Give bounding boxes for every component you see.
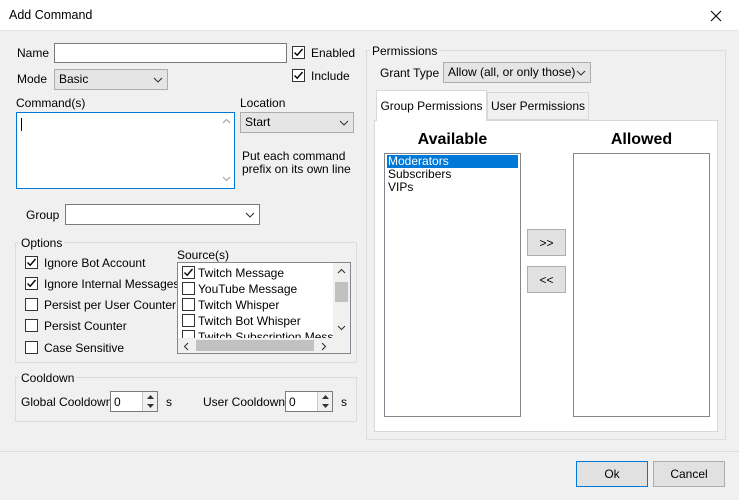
- tab-user-permissions-label: User Permissions: [490, 99, 586, 113]
- sources-scroll-thumb[interactable]: [335, 282, 348, 302]
- window-title: Add Command: [9, 8, 93, 22]
- group-select[interactable]: [65, 204, 260, 225]
- command-prefix-hint: Put each command prefix on its own line: [242, 149, 351, 176]
- ok-button[interactable]: Ok: [576, 461, 648, 487]
- scroll-corner: [333, 338, 350, 353]
- location-select[interactable]: Start: [240, 112, 354, 133]
- chevron-up-icon: [222, 118, 231, 124]
- spin-down-icon[interactable]: [143, 402, 157, 412]
- name-input[interactable]: [54, 43, 287, 63]
- cooldown-title: Cooldown: [19, 371, 77, 385]
- enabled-label: Enabled: [311, 46, 356, 60]
- check-icon: [294, 71, 304, 80]
- user-cooldown-unit: s: [341, 395, 347, 409]
- commands-textarea[interactable]: [16, 112, 235, 189]
- check-icon: [27, 258, 37, 267]
- sources-label: Source(s): [177, 248, 230, 262]
- user-cooldown-input[interactable]: 0: [285, 391, 333, 412]
- title-bar: Add Command: [0, 0, 739, 31]
- sources-vertical-scrollbar[interactable]: [333, 263, 350, 338]
- chevron-down-icon: [245, 205, 255, 224]
- ignore-internal-messages-checkbox[interactable]: [25, 277, 38, 290]
- check-icon: [27, 279, 37, 288]
- enabled-checkbox[interactable]: [292, 46, 305, 59]
- sources-hscroll-thumb[interactable]: [196, 340, 314, 351]
- commands-label: Command(s): [16, 96, 86, 110]
- case-sensitive-label: Case Sensitive: [44, 341, 125, 355]
- remove-permission-button[interactable]: <<: [527, 266, 566, 293]
- chevron-down-icon: [222, 176, 231, 182]
- spin-down-icon[interactable]: [318, 402, 332, 412]
- group-label: Group: [26, 208, 60, 222]
- global-cooldown-label: Global Cooldown: [21, 395, 113, 409]
- available-list[interactable]: Moderators Subscribers VIPs: [384, 153, 521, 417]
- spin-up-icon[interactable]: [143, 392, 157, 402]
- name-label: Name: [17, 46, 50, 60]
- chevron-up-icon: [337, 268, 346, 274]
- global-cooldown-spinner[interactable]: [142, 392, 157, 411]
- persist-counter-label: Persist Counter: [44, 319, 127, 333]
- grant-type-select[interactable]: Allow (all, or only those): [443, 62, 591, 83]
- case-sensitive-checkbox[interactable]: [25, 341, 38, 354]
- chevron-down-icon: [337, 325, 346, 331]
- source-twitch-bot-whisper-checkbox[interactable]: [182, 314, 195, 327]
- close-button[interactable]: [693, 0, 739, 31]
- source-twitch-subscription-message-checkbox[interactable]: [182, 330, 195, 338]
- cancel-button[interactable]: Cancel: [653, 461, 725, 487]
- source-youtube-message-checkbox[interactable]: [182, 282, 195, 295]
- add-permission-button[interactable]: >>: [527, 229, 566, 256]
- available-title: Available: [417, 131, 488, 148]
- chevron-right-icon: [321, 342, 327, 351]
- close-icon: [710, 10, 722, 21]
- mode-label: Mode: [17, 72, 48, 86]
- user-cooldown-spinner[interactable]: [317, 392, 332, 411]
- grant-type-value: Allow (all, or only those): [448, 65, 576, 79]
- persist-per-user-counter-label: Persist per User Counter: [44, 298, 177, 312]
- sources-checklist[interactable]: Twitch Message YouTube Message Twitch Wh…: [177, 262, 351, 354]
- available-item-vips[interactable]: VIPs: [387, 181, 518, 194]
- text-caret: [21, 118, 22, 131]
- ignore-bot-account-checkbox[interactable]: [25, 256, 38, 269]
- tab-user-permissions[interactable]: User Permissions: [487, 92, 589, 120]
- ignore-internal-messages-label: Ignore Internal Messages: [44, 277, 180, 291]
- grant-type-label: Grant Type: [380, 66, 440, 80]
- mode-select[interactable]: Basic: [54, 69, 168, 90]
- allowed-title: Allowed: [610, 131, 673, 148]
- persist-counter-checkbox[interactable]: [25, 319, 38, 332]
- user-cooldown-label: User Cooldown: [203, 395, 286, 409]
- global-cooldown-value: 0: [114, 395, 121, 409]
- options-title: Options: [19, 236, 65, 250]
- user-cooldown-value: 0: [289, 395, 296, 409]
- source-twitch-message-label: Twitch Message: [198, 266, 285, 280]
- chevron-down-icon: [339, 113, 349, 132]
- mode-value: Basic: [59, 72, 89, 86]
- include-label: Include: [311, 69, 350, 83]
- tab-group-permissions[interactable]: Group Permissions: [376, 90, 487, 121]
- tab-group-permissions-label: Group Permissions: [380, 99, 483, 113]
- source-twitch-message-checkbox[interactable]: [182, 266, 195, 279]
- source-twitch-whisper-checkbox[interactable]: [182, 298, 195, 311]
- source-twitch-subscription-message-label: Twitch Subscription Message: [198, 330, 333, 338]
- global-cooldown-input[interactable]: 0: [110, 391, 158, 412]
- commands-scrollbar[interactable]: [219, 113, 234, 188]
- persist-per-user-counter-checkbox[interactable]: [25, 298, 38, 311]
- spin-up-icon[interactable]: [318, 392, 332, 402]
- location-value: Start: [245, 115, 271, 129]
- global-cooldown-unit: s: [166, 395, 172, 409]
- sources-horizontal-scrollbar[interactable]: [178, 338, 333, 353]
- chevron-down-icon: [153, 70, 163, 89]
- ignore-bot-account-label: Ignore Bot Account: [44, 256, 146, 270]
- include-checkbox[interactable]: [292, 69, 305, 82]
- chevron-left-icon: [183, 342, 189, 351]
- source-twitch-whisper-label: Twitch Whisper: [198, 298, 280, 312]
- source-youtube-message-label: YouTube Message: [198, 282, 298, 296]
- permissions-title: Permissions: [370, 44, 440, 58]
- location-label: Location: [240, 96, 286, 110]
- allowed-list[interactable]: [573, 153, 710, 417]
- source-twitch-bot-whisper-label: Twitch Bot Whisper: [198, 314, 301, 328]
- check-icon: [294, 48, 304, 57]
- check-icon: [184, 268, 194, 277]
- chevron-down-icon: [576, 63, 586, 82]
